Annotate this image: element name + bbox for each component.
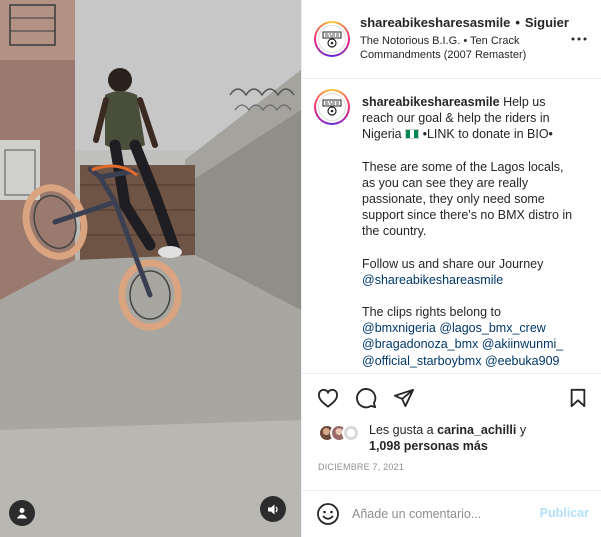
caption-avatar[interactable]	[314, 89, 350, 125]
more-dots-icon	[571, 37, 587, 41]
like-button[interactable]	[316, 386, 340, 410]
caption-username[interactable]: shareabikeshareasmile	[362, 95, 500, 109]
user-icon	[17, 508, 27, 519]
post-header: shareabikesharesasmile • Siguier The Not…	[302, 0, 601, 79]
likes-count-link[interactable]: 1,098 personas más	[369, 439, 488, 453]
mention-link[interactable]: @akiinwunmi_	[482, 337, 563, 351]
post-details-panel: shareabikesharesasmile • Siguier The Not…	[301, 0, 601, 537]
bookmark-icon	[570, 388, 586, 408]
sound-toggle-button[interactable]	[260, 496, 286, 522]
audio-track-link[interactable]: The Notorious B.I.G. • Ten Crack Command…	[360, 34, 565, 62]
post-video[interactable]	[0, 0, 301, 537]
logo-avatar-icon	[322, 99, 342, 116]
share-button[interactable]	[392, 386, 416, 410]
more-options-button[interactable]	[570, 30, 588, 48]
smiley-icon	[317, 503, 339, 525]
heart-icon	[317, 388, 339, 408]
speaker-icon	[267, 504, 278, 514]
nigeria-flag-icon	[405, 129, 420, 140]
caption-line1-tail: •LINK to donate in BIO•	[422, 127, 553, 142]
post-caption: shareabikeshareasmile Help us reach our …	[362, 94, 580, 373]
liker-username[interactable]: carina_achilli	[437, 423, 516, 437]
separator-dot: •	[515, 15, 520, 30]
send-icon	[393, 388, 414, 408]
mention-link[interactable]: @lagos_bmx_crew	[439, 321, 545, 335]
user-tag-button[interactable]	[9, 500, 35, 526]
mention-link[interactable]: @bmxnigeria	[362, 321, 436, 335]
likes-prefix: Les gusta a	[369, 423, 434, 437]
likes-summary: Les gusta a carina_achilli y 1,098 perso…	[318, 422, 526, 454]
comment-input[interactable]	[352, 503, 527, 525]
add-comment-bar: Publicar	[302, 490, 601, 537]
emoji-button[interactable]	[316, 502, 340, 526]
post-username[interactable]: shareabikesharesasmile	[360, 15, 510, 30]
follow-button[interactable]: Siguier	[525, 15, 569, 30]
publish-button[interactable]: Publicar	[540, 506, 589, 520]
mention-link[interactable]: @eebuka909	[485, 354, 560, 368]
save-button[interactable]	[566, 386, 590, 410]
comment-icon	[356, 388, 377, 409]
video-frame-image	[0, 0, 301, 537]
mention-link[interactable]: @bragadonoza_bmx	[362, 337, 478, 351]
comment-button[interactable]	[354, 386, 378, 410]
post-date[interactable]: DICIEMBRE 7, 2021	[318, 462, 404, 472]
mention-link[interactable]: @official_starboybmx	[362, 354, 481, 368]
logo-avatar-icon	[322, 31, 342, 48]
avatar[interactable]	[314, 21, 350, 57]
mention-link[interactable]: @shareabikeshareasmile	[362, 273, 503, 287]
caption-paragraph-3: Follow us and share our Journey	[362, 256, 544, 271]
caption-paragraph-2: These are some of the Lagos locals, as y…	[362, 159, 573, 239]
avatar[interactable]	[342, 424, 360, 442]
caption-paragraph-4: The clips rights belong to	[362, 305, 501, 320]
post-actions: Les gusta a carina_achilli y 1,098 perso…	[302, 373, 601, 490]
likes-joiner: y	[519, 423, 527, 437]
liker-avatars	[318, 422, 366, 444]
comments-section: shareabikeshareasmile Help us reach our …	[302, 80, 601, 373]
